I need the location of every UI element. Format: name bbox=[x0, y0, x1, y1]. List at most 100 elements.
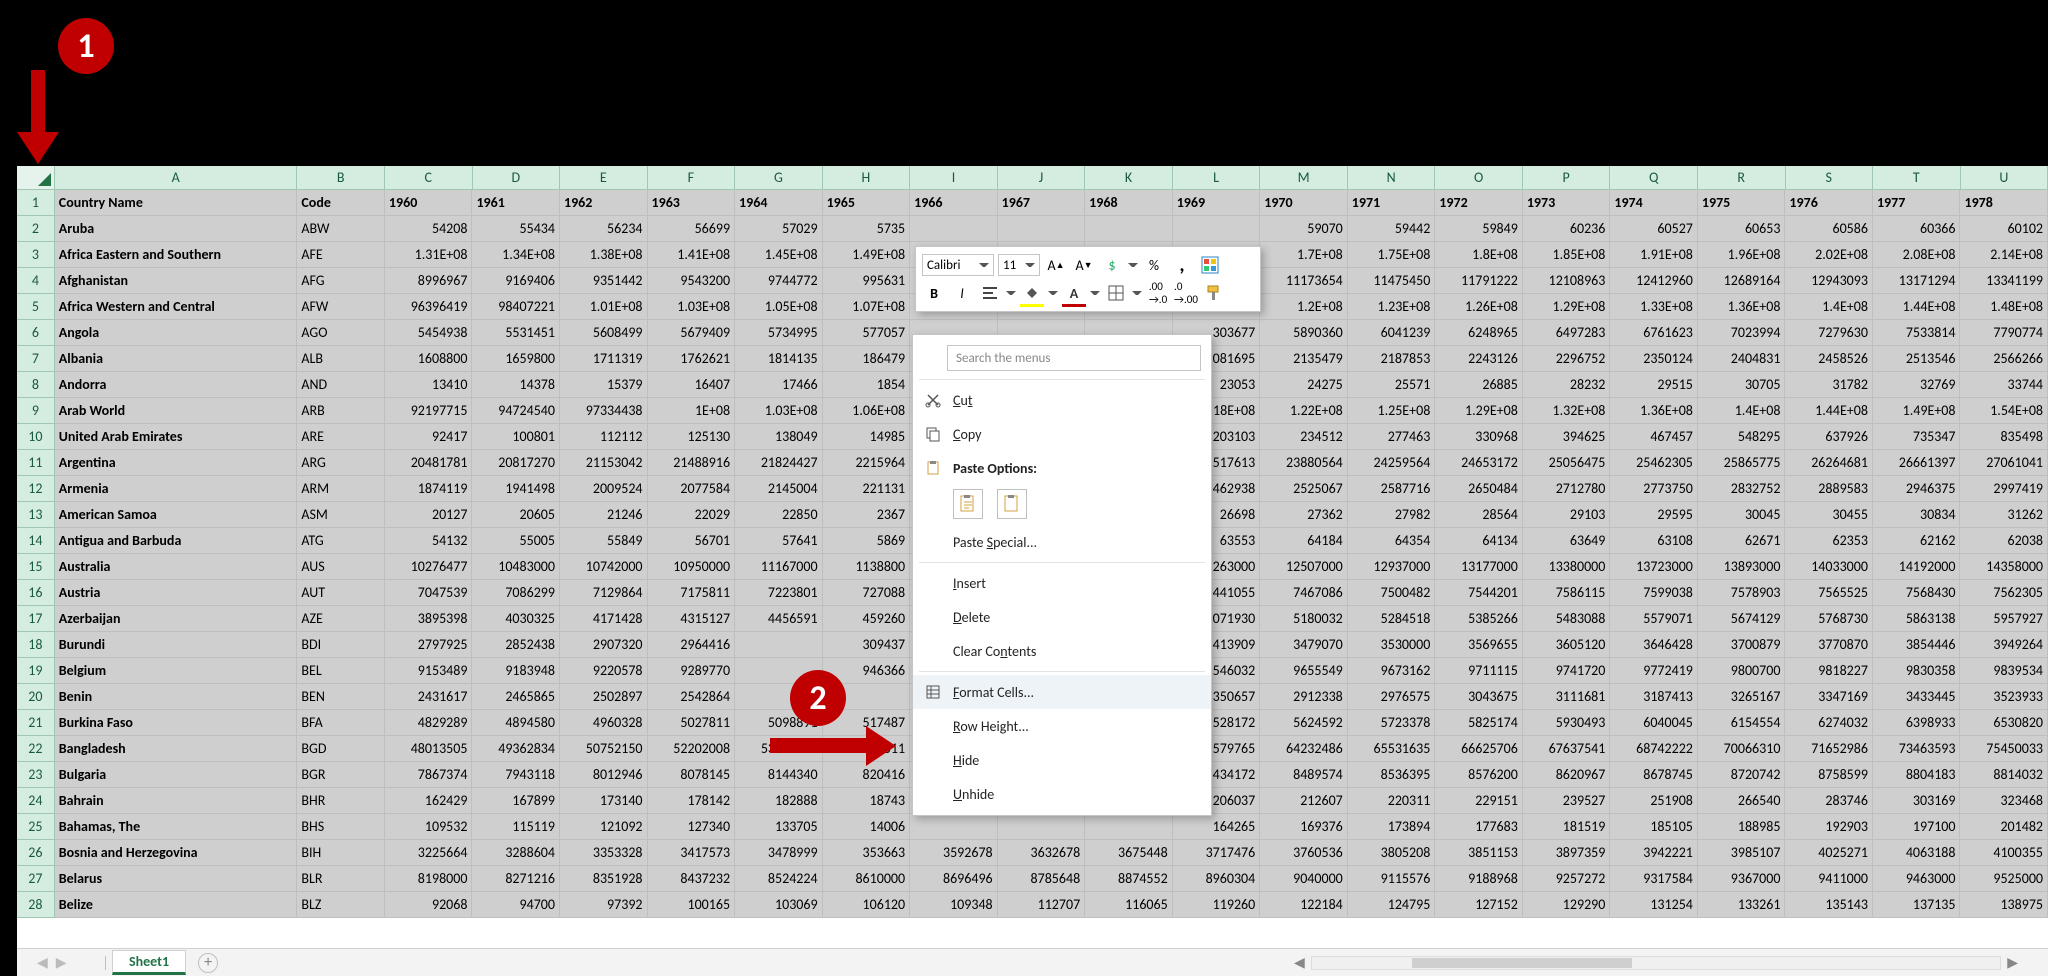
data-cell[interactable]: 353663 bbox=[823, 840, 911, 866]
data-cell[interactable]: 5624592 bbox=[1260, 710, 1348, 736]
data-cell[interactable]: 48013505 bbox=[385, 736, 473, 762]
data-cell[interactable]: 24275 bbox=[1260, 372, 1348, 398]
row-header[interactable]: 16 bbox=[17, 580, 55, 606]
data-cell[interactable]: 62162 bbox=[1873, 528, 1961, 554]
data-cell[interactable]: 7086299 bbox=[472, 580, 560, 606]
data-cell[interactable]: 7023994 bbox=[1698, 320, 1786, 346]
data-cell[interactable]: 4829289 bbox=[385, 710, 473, 736]
data-cell[interactable]: 1.44E+08 bbox=[1785, 398, 1873, 424]
data-cell[interactable]: 1.8E+08 bbox=[1435, 242, 1523, 268]
data-cell[interactable]: 7047539 bbox=[385, 580, 473, 606]
data-cell[interactable]: 2946375 bbox=[1873, 476, 1961, 502]
data-cell[interactable]: 5531451 bbox=[472, 320, 560, 346]
data-cell[interactable]: ARM bbox=[297, 476, 385, 502]
data-cell[interactable]: 9317584 bbox=[1610, 866, 1698, 892]
data-cell[interactable]: 5768730 bbox=[1785, 606, 1873, 632]
data-cell[interactable]: 1.4E+08 bbox=[1698, 398, 1786, 424]
data-cell[interactable]: 1.75E+08 bbox=[1348, 242, 1436, 268]
data-cell[interactable]: 3897359 bbox=[1523, 840, 1611, 866]
data-cell[interactable]: 1.38E+08 bbox=[560, 242, 648, 268]
menu-copy[interactable]: Copy bbox=[913, 417, 1211, 451]
data-cell[interactable]: 121092 bbox=[560, 814, 648, 840]
data-cell[interactable]: BHR bbox=[297, 788, 385, 814]
data-cell[interactable]: 1854 bbox=[823, 372, 911, 398]
row-header[interactable]: 20 bbox=[17, 684, 55, 710]
data-cell[interactable]: 50752150 bbox=[560, 736, 648, 762]
data-cell[interactable]: 3675448 bbox=[1085, 840, 1173, 866]
data-cell[interactable]: 6040045 bbox=[1610, 710, 1698, 736]
data-cell[interactable]: 73463593 bbox=[1873, 736, 1961, 762]
data-cell[interactable]: Afghanistan bbox=[55, 268, 298, 294]
data-cell[interactable]: 3700879 bbox=[1698, 632, 1786, 658]
data-cell[interactable]: Albania bbox=[55, 346, 298, 372]
data-cell[interactable]: 3530000 bbox=[1348, 632, 1436, 658]
header-cell[interactable]: 1974 bbox=[1610, 190, 1698, 216]
data-cell[interactable]: AGO bbox=[297, 320, 385, 346]
data-cell[interactable]: 27061041 bbox=[1960, 450, 2048, 476]
row-header[interactable]: 28 bbox=[17, 892, 55, 918]
data-cell[interactable]: 4063188 bbox=[1873, 840, 1961, 866]
data-cell[interactable]: 10276477 bbox=[385, 554, 473, 580]
data-cell[interactable]: 20817270 bbox=[472, 450, 560, 476]
data-cell[interactable]: 1874119 bbox=[385, 476, 473, 502]
data-cell[interactable]: 68742222 bbox=[1610, 736, 1698, 762]
data-cell[interactable]: ARE bbox=[297, 424, 385, 450]
data-cell[interactable] bbox=[910, 216, 998, 242]
data-cell[interactable]: 9367000 bbox=[1698, 866, 1786, 892]
font-color-icon[interactable]: A bbox=[1062, 281, 1086, 305]
data-cell[interactable]: 1138800 bbox=[823, 554, 911, 580]
data-cell[interactable]: 2832752 bbox=[1698, 476, 1786, 502]
data-cell[interactable]: 21153042 bbox=[560, 450, 648, 476]
column-header[interactable]: I bbox=[910, 166, 998, 189]
data-cell[interactable]: 9543200 bbox=[648, 268, 736, 294]
sheet-nav-arrows[interactable]: ◀ ▶ bbox=[17, 954, 99, 971]
data-cell[interactable]: 229151 bbox=[1435, 788, 1523, 814]
data-cell[interactable]: AFW bbox=[297, 294, 385, 320]
paste-option-keep-source[interactable] bbox=[953, 489, 983, 519]
data-cell[interactable]: 8198000 bbox=[385, 866, 473, 892]
data-cell[interactable]: 14033000 bbox=[1785, 554, 1873, 580]
data-cell[interactable]: 54208 bbox=[385, 216, 473, 242]
data-cell[interactable]: 2976575 bbox=[1348, 684, 1436, 710]
data-cell[interactable]: 100801 bbox=[472, 424, 560, 450]
data-cell[interactable]: 1.22E+08 bbox=[1260, 398, 1348, 424]
data-cell[interactable]: 12412960 bbox=[1610, 268, 1698, 294]
data-cell[interactable]: 1711319 bbox=[560, 346, 648, 372]
data-cell[interactable]: Andorra bbox=[55, 372, 298, 398]
data-cell[interactable]: 3288604 bbox=[472, 840, 560, 866]
data-cell[interactable] bbox=[998, 216, 1086, 242]
data-cell[interactable]: 8012946 bbox=[560, 762, 648, 788]
menu-clear-contents[interactable]: Clear Contents bbox=[913, 634, 1211, 668]
data-cell[interactable]: 2009524 bbox=[560, 476, 648, 502]
data-cell[interactable]: 7943118 bbox=[472, 762, 560, 788]
row-header[interactable]: 1 bbox=[17, 190, 55, 216]
data-cell[interactable]: 127152 bbox=[1435, 892, 1523, 918]
data-cell[interactable]: 54132 bbox=[385, 528, 473, 554]
data-cell[interactable]: 5385266 bbox=[1435, 606, 1523, 632]
data-cell[interactable]: 8804183 bbox=[1873, 762, 1961, 788]
data-cell[interactable]: 8610000 bbox=[823, 866, 911, 892]
data-cell[interactable]: 2513546 bbox=[1873, 346, 1961, 372]
data-cell[interactable]: 133705 bbox=[735, 814, 823, 840]
data-cell[interactable]: AZE bbox=[297, 606, 385, 632]
data-cell[interactable]: 14358000 bbox=[1960, 554, 2048, 580]
data-cell[interactable]: 2.14E+08 bbox=[1960, 242, 2048, 268]
data-cell[interactable]: 75450033 bbox=[1960, 736, 2048, 762]
data-cell[interactable]: 5454938 bbox=[385, 320, 473, 346]
data-cell[interactable]: 1.85E+08 bbox=[1523, 242, 1611, 268]
data-cell[interactable]: 15379 bbox=[560, 372, 648, 398]
data-cell[interactable]: 9744772 bbox=[735, 268, 823, 294]
data-cell[interactable]: 55005 bbox=[472, 528, 560, 554]
data-cell[interactable]: 8351928 bbox=[560, 866, 648, 892]
menu-row-height[interactable]: Row Height... bbox=[913, 709, 1211, 743]
data-cell[interactable]: 10742000 bbox=[560, 554, 648, 580]
data-cell[interactable]: 60586 bbox=[1785, 216, 1873, 242]
data-cell[interactable]: Austria bbox=[55, 580, 298, 606]
header-cell[interactable]: 1973 bbox=[1523, 190, 1611, 216]
header-cell[interactable]: Code bbox=[297, 190, 385, 216]
data-cell[interactable]: 56699 bbox=[648, 216, 736, 242]
data-cell[interactable] bbox=[735, 632, 823, 658]
data-cell[interactable]: 1.25E+08 bbox=[1348, 398, 1436, 424]
column-header[interactable]: U bbox=[1961, 166, 2048, 189]
column-header[interactable]: T bbox=[1873, 166, 1961, 189]
